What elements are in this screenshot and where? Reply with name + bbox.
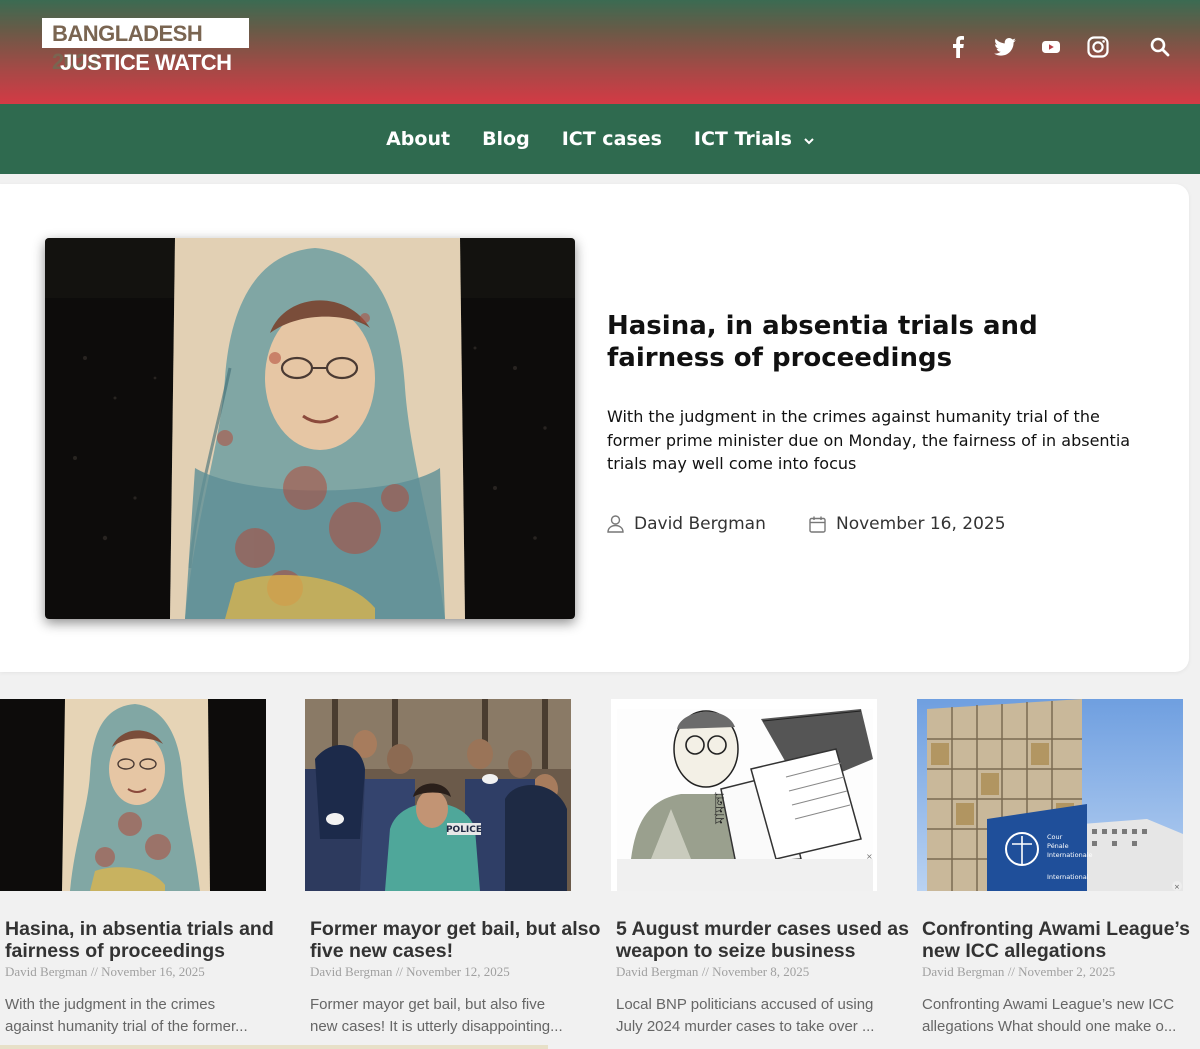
calendar-icon [809, 516, 826, 533]
site-header: BANGLADESH 2024 JUSTICE WATCH [0, 0, 1200, 104]
post-card-excerpt-line: Former mayor get bail, but also five [310, 996, 546, 1013]
post-card-excerpt-line: Local BNP politicians accused of using [616, 996, 874, 1013]
post-card[interactable]: Hasina, in absentia trials and fairness … [0, 699, 274, 1038]
twitter-icon[interactable] [992, 34, 1018, 60]
meta-separator: // [392, 964, 407, 979]
post-card-meta: David Bergman // November 16, 2025 [0, 964, 266, 980]
post-card-excerpt: Local BNP politicians accused of using J… [611, 994, 886, 1038]
instagram-icon[interactable] [1085, 34, 1111, 60]
post-card-meta: David Bergman // November 8, 2025 [611, 964, 877, 980]
bottom-scroll-bar [0, 1045, 548, 1049]
facebook-icon[interactable] [945, 34, 971, 60]
post-card-image[interactable]: মামলা × [611, 699, 877, 891]
user-icon [607, 515, 624, 533]
post-card-image[interactable]: POLICE [305, 699, 571, 891]
logo-line-2: JUSTICE WATCH [60, 50, 232, 75]
search-icon[interactable] [1147, 34, 1173, 60]
featured-title[interactable]: Hasina, in absentia trials and fairness … [607, 310, 1137, 374]
post-card-date: November 16, 2025 [101, 964, 205, 979]
post-card-title[interactable]: Former mayor get bail, but also five new… [305, 918, 605, 962]
featured-date: November 16, 2025 [809, 514, 1006, 534]
meta-separator: // [87, 964, 102, 979]
post-card[interactable]: Cour Pénale Internationale International… [917, 699, 1190, 1038]
post-card-author[interactable]: David Bergman [922, 964, 1004, 979]
featured-author[interactable]: David Bergman [607, 514, 766, 534]
logo-line-1: BANGLADESH 2024 [42, 18, 249, 74]
post-card-meta: David Bergman // November 2, 2025 [917, 964, 1183, 980]
post-card-excerpt-line: With the judgment in the crimes [5, 996, 216, 1013]
post-card-excerpt-line: allegations What should one make o... [922, 1018, 1177, 1035]
meta-separator: // [1004, 964, 1019, 979]
nav-item-ict-cases[interactable]: ICT cases [562, 128, 662, 150]
icc-sign-line: Cour [1047, 833, 1063, 841]
post-card-date: November 8, 2025 [712, 964, 810, 979]
post-card-title[interactable]: Confronting Awami League’s new ICC alleg… [917, 918, 1200, 962]
post-card-excerpt: Confronting Awami League’s new ICC alleg… [917, 994, 1179, 1038]
featured-excerpt: With the judgment in the crimes against … [607, 407, 1131, 473]
featured-date-text: November 16, 2025 [836, 514, 1006, 534]
featured-author-name: David Bergman [634, 514, 766, 534]
post-card-image[interactable] [0, 699, 266, 891]
post-card[interactable]: POLICE Former mayor get bail, but also f… [305, 699, 600, 1038]
icc-sign-line: International [1047, 873, 1089, 881]
post-card-excerpt-line: Confronting Awami League’s new ICC [922, 996, 1175, 1013]
meta-separator: // [698, 964, 713, 979]
svg-text:×: × [866, 852, 873, 861]
nav-item-blog[interactable]: Blog [482, 128, 530, 150]
post-card-author[interactable]: David Bergman [310, 964, 392, 979]
nav-item-ict-trials-label: ICT Trials [693, 128, 792, 150]
post-card[interactable]: মামলা × 5 August murder cases used as we… [611, 699, 909, 1038]
site-logo[interactable]: BANGLADESH 2024 JUSTICE WATCH [42, 18, 249, 78]
youtube-icon[interactable] [1038, 34, 1064, 60]
post-card-image[interactable]: Cour Pénale Internationale International… [917, 699, 1183, 891]
police-badge-text: POLICE [446, 825, 482, 835]
post-card-excerpt: Former mayor get bail, but also five new… [305, 994, 580, 1038]
post-card-meta: David Bergman // November 12, 2025 [305, 964, 571, 980]
post-card-author[interactable]: David Bergman [616, 964, 698, 979]
post-card-date: November 2, 2025 [1018, 964, 1116, 979]
post-card-title[interactable]: Hasina, in absentia trials and fairness … [0, 918, 300, 962]
featured-image[interactable] [45, 238, 575, 619]
nav-item-about[interactable]: About [386, 128, 450, 150]
post-card-excerpt-line: new cases! It is utterly disappointing..… [310, 1018, 563, 1035]
post-card-date: November 12, 2025 [406, 964, 510, 979]
case-file-text: মামলা [713, 792, 728, 825]
post-card-excerpt-line: against humanity trial of the former... [5, 1018, 248, 1035]
post-card-author[interactable]: David Bergman [5, 964, 87, 979]
icc-sign-line: Pénale [1047, 842, 1069, 850]
icc-sign-line: Internationale [1047, 851, 1092, 859]
post-card-excerpt-line: July 2024 murder cases to take over ... [616, 1018, 875, 1035]
main-nav: About Blog ICT cases ICT Trials [0, 104, 1200, 174]
chevron-down-icon [804, 128, 814, 150]
nav-item-ict-trials[interactable]: ICT Trials [694, 128, 814, 150]
post-card-excerpt: With the judgment in the crimes against … [0, 994, 275, 1038]
svg-text:×: × [1174, 883, 1180, 891]
featured-post: Hasina, in absentia trials and fairness … [0, 184, 1189, 672]
post-card-title[interactable]: 5 August murder cases used as weapon to … [611, 918, 911, 962]
